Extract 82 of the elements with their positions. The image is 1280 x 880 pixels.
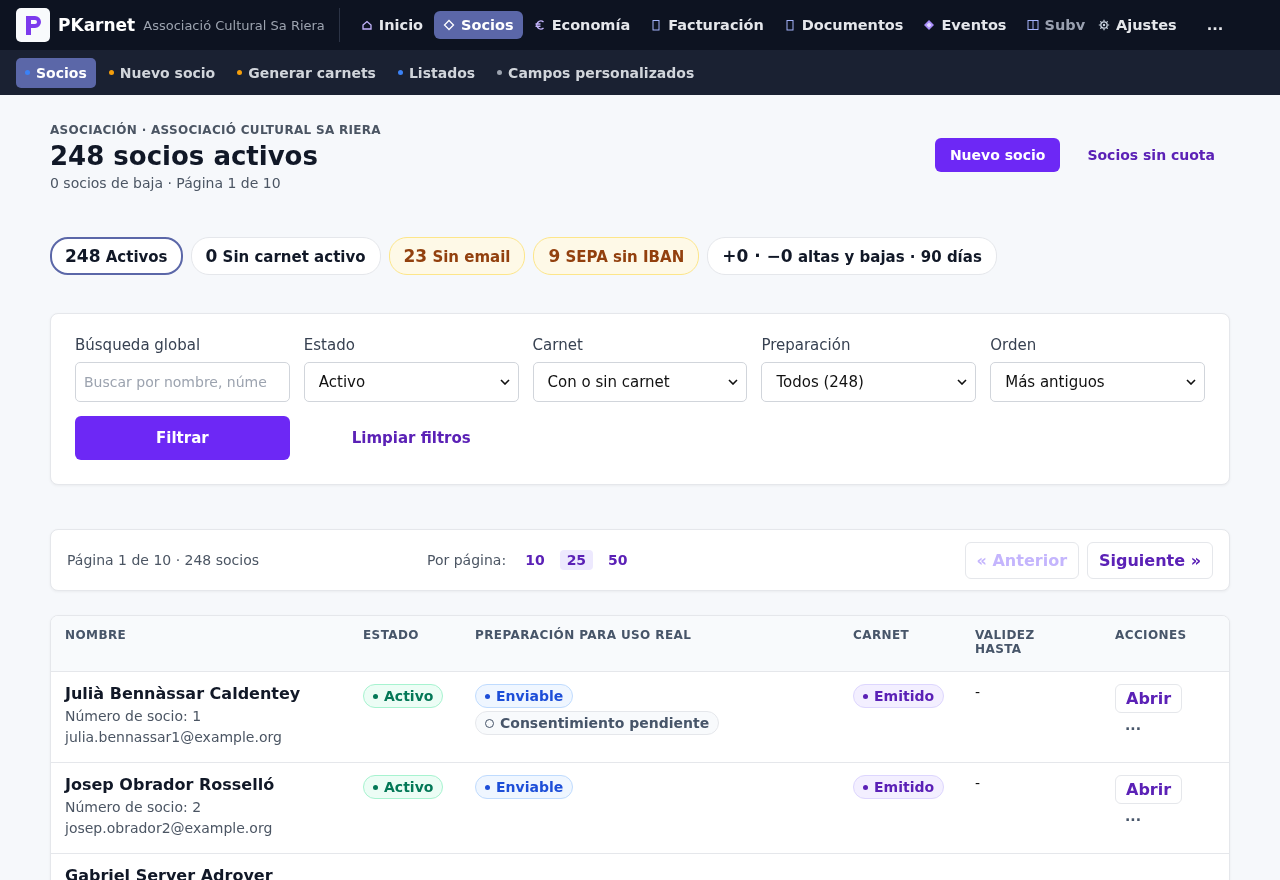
field-label: Búsqueda global (75, 336, 202, 354)
page-size-option[interactable]: 10 (518, 550, 552, 570)
settings-icon (1098, 19, 1111, 31)
field-label: Preparación (761, 336, 852, 354)
chevron-down-icon (1186, 379, 1196, 385)
rectangle-icon (783, 19, 796, 31)
dropdown[interactable]: Más antiguos (990, 362, 1205, 402)
more-actions-button[interactable]: ... (1125, 717, 1141, 733)
subnav-tab[interactable]: Nuevo socio (99, 57, 225, 88)
logo-icon (16, 8, 50, 42)
filter-chip[interactable]: 9 SEPA sin IBAN (533, 237, 700, 275)
per-page-label: Por página: (427, 552, 507, 568)
column-header: VALIDEZ HASTA (975, 628, 1036, 658)
column-header: PREPARACIÓN PARA USO REAL (475, 628, 693, 644)
field-label: Estado (303, 336, 356, 354)
nav-tab[interactable]: Subv (1017, 11, 1088, 39)
new-member-button[interactable]: Nuevo socio (934, 138, 1061, 172)
status-badge: Activo (363, 775, 444, 799)
diamond-icon (923, 19, 936, 31)
card-badge: Emitido (853, 684, 945, 708)
member-number: Número de socio: 1 (65, 708, 202, 724)
nav-tab[interactable]: Ajustes (1089, 11, 1186, 39)
nav-tab[interactable]: Socios (434, 11, 523, 39)
next-page-button[interactable]: Siguiente » (1087, 541, 1213, 579)
column-header: ESTADO (363, 628, 420, 644)
home-icon (360, 19, 373, 31)
page-summary: Página 1 de 10 · 248 socios (67, 552, 261, 568)
member-name: Josep Obrador Rosselló (65, 775, 275, 794)
euro-icon (533, 19, 546, 31)
nav-tab[interactable]: Economía (524, 11, 640, 39)
diamond-icon (443, 19, 456, 31)
table-cell: - (975, 684, 981, 700)
breadcrumb: ASOCIACIÓN · ASSOCIACIÓ CULTURAL SA RIERA (50, 123, 381, 137)
column-header: NOMBRE (65, 628, 128, 644)
subnav-tab[interactable]: Socios (16, 57, 96, 88)
search-field[interactable]: Buscar por nombre, núme (75, 362, 290, 402)
page-size-option[interactable]: 25 (559, 550, 594, 570)
subnav-tab[interactable]: Listados (388, 57, 485, 88)
organization-name: Associació Cultural Sa Riera (143, 17, 325, 33)
member-number: Número de socio: 2 (65, 799, 202, 815)
filter-button[interactable]: Filtrar (75, 416, 290, 460)
column-header: ACCIONES (1115, 628, 1188, 644)
nav-tab[interactable]: Eventos (914, 11, 1016, 39)
dropdown[interactable]: Con o sin carnet (532, 362, 748, 402)
more-actions-button[interactable]: ... (1125, 808, 1141, 824)
chevron-down-icon (957, 379, 968, 385)
app-name: PKarnet (58, 15, 136, 35)
subnav-tab[interactable]: Generar carnets (228, 57, 385, 88)
member-email: josep.obrador2@example.org (65, 820, 273, 836)
readiness-badge: Consentimiento pendiente (475, 711, 720, 735)
dropdown[interactable]: Todos (248) (761, 362, 977, 402)
members-without-fee-link[interactable]: Socios sin cuota (1072, 138, 1230, 172)
open-button[interactable]: Abrir (1115, 775, 1183, 804)
card-badge: Emitido (853, 775, 945, 799)
field-label: Carnet (532, 336, 584, 354)
page-title: 248 socios activos (50, 141, 319, 171)
column-header: CARNET (853, 628, 911, 644)
dropdown[interactable]: Activo (303, 362, 519, 402)
status-badge: Activo (363, 684, 444, 708)
more-menu-button[interactable]: ... (1197, 11, 1233, 39)
chevron-down-icon (499, 379, 510, 385)
readiness-badge: Enviable (475, 684, 574, 708)
nav-tab[interactable]: Inicio (351, 11, 433, 39)
chevron-down-icon (728, 379, 739, 385)
open-button[interactable]: Abrir (1115, 684, 1183, 713)
page-size-option[interactable]: 50 (601, 550, 635, 570)
page-subtitle: 0 socios de baja · Página 1 de 10 (50, 175, 282, 191)
rectangle-icon (650, 19, 663, 31)
member-email: julia.bennassar1@example.org (65, 729, 282, 745)
readiness-badge: Enviable (475, 775, 574, 799)
nav-tab[interactable]: Facturación (641, 11, 773, 39)
table-cell: - (975, 775, 981, 791)
clear-filters-link[interactable]: Limpiar filtros (303, 416, 519, 460)
member-name: Julià Bennàssar Caldentey (65, 684, 301, 703)
field-label: Orden (990, 336, 1038, 354)
subnav-tab[interactable]: Campos personalizados (488, 57, 704, 88)
filter-chip[interactable]: +0 · −0 altas y bajas · 90 días (707, 237, 997, 275)
columns-icon (1026, 19, 1039, 31)
filter-chip[interactable]: 0 Sin carnet activo (190, 237, 381, 275)
filter-chip[interactable]: 23 Sin email (388, 237, 526, 275)
nav-tab[interactable]: Documentos (774, 11, 913, 39)
filter-chip[interactable]: 248 Activos (50, 237, 183, 275)
